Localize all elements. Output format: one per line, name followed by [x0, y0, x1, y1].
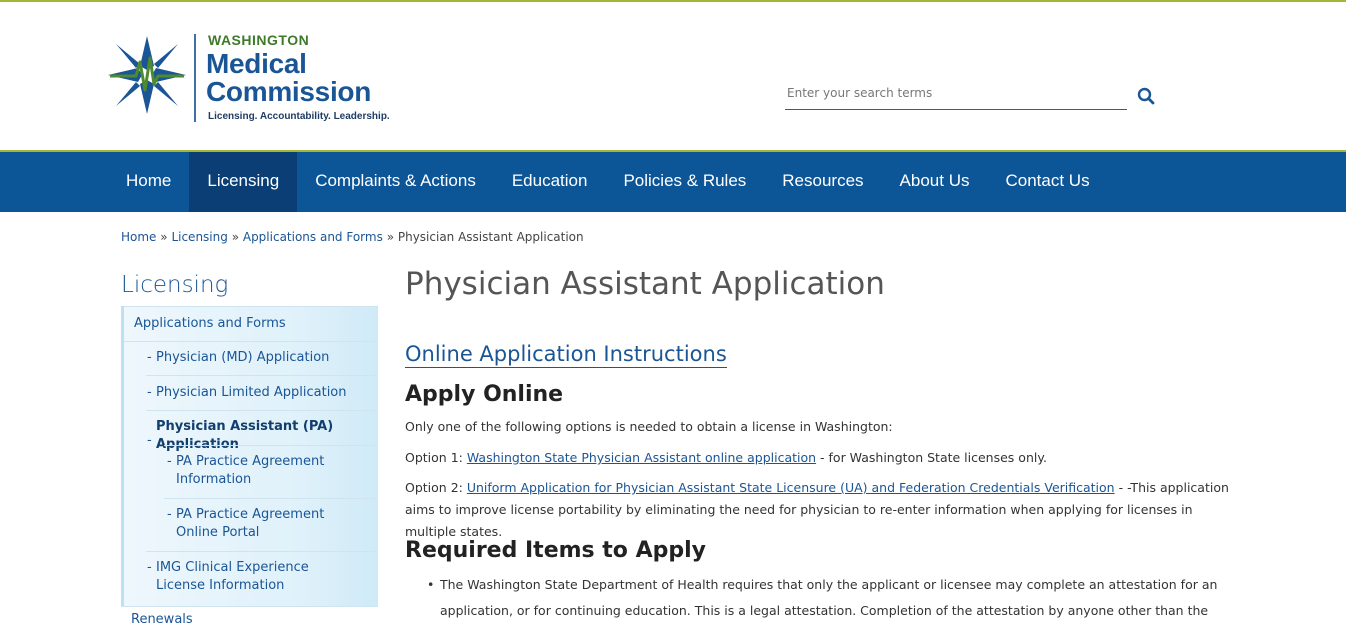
logo-tagline: Licensing. Accountability. Leadership.: [208, 111, 390, 122]
nav-resources[interactable]: Resources: [764, 152, 881, 212]
option-2-paragraph: Option 2: Uniform Application for Physic…: [405, 477, 1235, 543]
logo-divider: [194, 34, 196, 122]
search-box: [785, 78, 1127, 110]
logo-commission-text: Commission: [206, 76, 372, 107]
required-items-list: The Washington State Department of Healt…: [425, 572, 1225, 625]
option-2-link[interactable]: Uniform Application for Physician Assist…: [467, 480, 1115, 495]
option-1-suffix: - for Washington State licenses only.: [816, 450, 1047, 465]
sidebar-item-label: PA Practice Agreement Information: [176, 454, 325, 487]
list-item: The Washington State Department of Healt…: [425, 572, 1225, 625]
breadcrumb-separator: »: [386, 230, 395, 244]
sidebar-item-label: Physician Assistant (PA) Application: [156, 419, 334, 452]
sidebar-menu: Applications and Forms - Physician (MD) …: [121, 306, 378, 606]
search-input[interactable]: [785, 78, 1127, 108]
nav-home[interactable]: Home: [108, 152, 189, 212]
nav-education[interactable]: Education: [494, 152, 606, 212]
breadcrumb-separator: »: [231, 230, 240, 244]
sidebar-item-label: IMG Clinical Experience License Informat…: [156, 560, 309, 593]
option-1-paragraph: Option 1: Washington State Physician Ass…: [405, 447, 1047, 469]
nav-contact-us[interactable]: Contact Us: [987, 152, 1107, 212]
breadcrumb-home[interactable]: Home: [121, 230, 156, 244]
breadcrumb-licensing[interactable]: Licensing: [171, 230, 227, 244]
site-header: WASHINGTON Medical Commission Licensing.…: [0, 2, 1346, 151]
site-logo[interactable]: WASHINGTON Medical Commission Licensing.…: [108, 32, 390, 127]
nav-about-us[interactable]: About Us: [882, 152, 988, 212]
sidebar-item-pa-practice-agreement-portal[interactable]: - PA Practice Agreement Online Portal: [167, 506, 366, 542]
sidebar-item-pa-practice-agreement-info[interactable]: - PA Practice Agreement Information: [167, 453, 366, 489]
nav-policies-rules[interactable]: Policies & Rules: [605, 152, 764, 212]
page-title: Physician Assistant Application: [405, 266, 885, 302]
required-items-heading: Required Items to Apply: [405, 538, 706, 563]
sidebar-divider: [146, 551, 378, 552]
sidebar-divider: [146, 375, 378, 376]
sidebar-item-label: Physician Limited Application: [156, 385, 347, 400]
option-1-link[interactable]: Washington State Physician Assistant onl…: [467, 450, 816, 465]
sidebar-section-applications-forms[interactable]: Applications and Forms: [124, 306, 378, 342]
sidebar-divider: [164, 445, 378, 446]
breadcrumb-separator: »: [160, 230, 168, 244]
logo-medical-text: Medical: [206, 48, 307, 79]
main-nav: Home Licensing Complaints & Actions Educ…: [0, 150, 1346, 212]
sidebar-item-bullet: -: [147, 560, 152, 575]
sidebar-item-img-clinical-experience[interactable]: - IMG Clinical Experience License Inform…: [147, 559, 356, 595]
sidebar-item-bullet: -: [147, 385, 152, 400]
apply-online-heading: Apply Online: [405, 382, 564, 407]
sidebar-item-physician-assistant[interactable]: Physician Assistant (PA) Application: [156, 418, 381, 454]
breadcrumb-current: Physician Assistant Application: [397, 230, 584, 244]
sidebar-title[interactable]: Licensing: [121, 272, 228, 298]
logo-state-text: WASHINGTON: [208, 32, 310, 48]
option-1-prefix: Option 1:: [405, 450, 467, 465]
sidebar-item-bullet: -: [167, 454, 172, 469]
sidebar-item-physician-md[interactable]: - Physician (MD) Application: [147, 349, 330, 367]
sidebar-item-physician-limited[interactable]: - Physician Limited Application: [147, 384, 347, 402]
sidebar-divider: [146, 410, 378, 411]
breadcrumb: Home » Licensing » Applications and Form…: [121, 230, 584, 244]
sidebar-item-bullet: -: [147, 350, 152, 365]
intro-text: Only one of the following options is nee…: [405, 419, 893, 434]
sidebar-item-bullet: -: [167, 507, 172, 522]
sidebar-item-renewals[interactable]: Renewals: [121, 606, 378, 625]
search-icon[interactable]: [1136, 86, 1156, 106]
breadcrumb-applications-forms[interactable]: Applications and Forms: [243, 230, 383, 244]
commission-logo-icon: [108, 36, 186, 114]
nav-complaints-actions[interactable]: Complaints & Actions: [297, 152, 494, 212]
nav-licensing[interactable]: Licensing: [189, 152, 298, 212]
online-application-instructions-link[interactable]: Online Application Instructions: [405, 341, 727, 368]
sidebar-item-label: PA Practice Agreement Online Portal: [176, 507, 325, 540]
sidebar-item-label: Physician (MD) Application: [156, 350, 330, 365]
option-2-prefix: Option 2:: [405, 480, 467, 495]
sidebar-divider: [164, 498, 378, 499]
